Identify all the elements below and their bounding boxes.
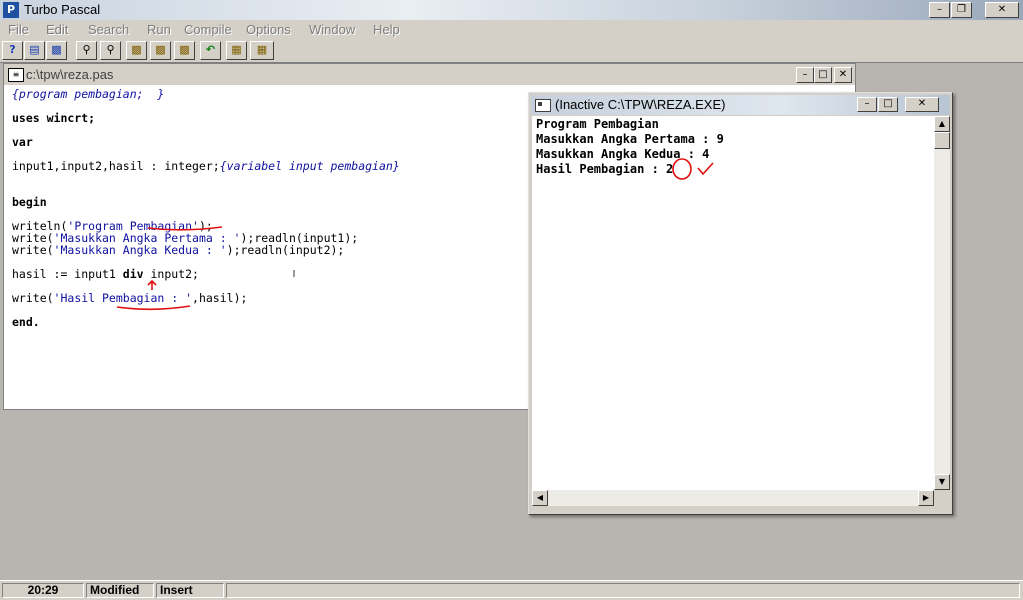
make-icon[interactable]: ▩ — [150, 41, 171, 60]
build-icon[interactable]: ▩ — [174, 41, 195, 60]
menu-search[interactable]: Search — [88, 22, 129, 37]
status-bar: 20:29 Modified Insert — [0, 580, 1023, 600]
editor-close-button[interactable]: ✕ — [834, 67, 852, 83]
compile-icon[interactable]: ▩ — [126, 41, 147, 60]
menu-bar: File Edit Search Run Compile Options Win… — [0, 20, 1023, 40]
open-file-icon[interactable]: ▤ — [24, 41, 45, 60]
output-maximize-button[interactable]: □ — [878, 97, 898, 112]
vertical-scroll-thumb[interactable] — [934, 132, 950, 149]
menu-file[interactable]: File — [8, 22, 29, 37]
scroll-up-icon[interactable]: ▲ — [934, 116, 950, 132]
undo-icon[interactable]: ↶ — [200, 41, 221, 60]
menu-window[interactable]: Window — [309, 22, 355, 37]
menu-compile[interactable]: Compile — [184, 22, 232, 37]
arrow-annotation — [147, 279, 157, 290]
menu-run[interactable]: Run — [147, 22, 171, 37]
underline-annotation — [147, 226, 223, 231]
help-icon[interactable]: ? — [2, 41, 23, 60]
scroll-right-icon[interactable]: ▶ — [918, 490, 934, 506]
status-message-area — [226, 583, 1020, 598]
main-title-bar[interactable]: P Turbo Pascal – ❐ ✕ — [0, 0, 1023, 20]
output-close-button[interactable]: ✕ — [905, 97, 939, 112]
vertical-scrollbar[interactable]: ▲ ▼ — [934, 116, 950, 490]
horizontal-scrollbar[interactable]: ◀ ▶ — [532, 490, 934, 506]
modified-indicator: Modified — [86, 583, 154, 598]
menu-help[interactable]: Help — [373, 22, 400, 37]
annotation-marks — [672, 158, 714, 180]
find-next-icon[interactable]: ⚲ — [100, 41, 121, 60]
run-icon[interactable]: ▦ — [226, 41, 247, 60]
save-file-icon[interactable]: ▩ — [46, 41, 67, 60]
menu-edit[interactable]: Edit — [46, 22, 68, 37]
output-title-bar[interactable]: (Inactive C:\TPW\REZA.EXE) – □ ✕ — [531, 95, 950, 115]
annotation-marks — [116, 226, 223, 311]
find-icon[interactable]: ⚲ — [76, 41, 97, 60]
editor-minimize-button[interactable]: – — [796, 67, 814, 83]
circle-annotation — [672, 158, 692, 180]
output-window[interactable]: (Inactive C:\TPW\REZA.EXE) – □ ✕ Program… — [528, 92, 953, 515]
output-console[interactable]: Program Pembagian Masukkan Angka Pertama… — [532, 116, 934, 490]
underline-annotation — [116, 305, 191, 311]
insert-mode-indicator: Insert — [156, 583, 224, 598]
output-minimize-button[interactable]: – — [857, 97, 877, 112]
close-button[interactable]: ✕ — [985, 2, 1019, 18]
editor-maximize-button[interactable]: □ — [814, 67, 832, 83]
minimize-button[interactable]: – — [929, 2, 950, 18]
console-icon — [535, 99, 551, 112]
restore-button[interactable]: ❐ — [951, 2, 972, 18]
scroll-left-icon[interactable]: ◀ — [532, 490, 548, 506]
step-icon[interactable]: ▦ — [250, 41, 274, 60]
pascal-app-icon[interactable]: P — [3, 2, 19, 18]
menu-options[interactable]: Options — [246, 22, 291, 37]
toolbar: ? ▤ ▩ ⚲ ⚲ ▩ ▩ ▩ ↶ ▦ ▦ — [0, 40, 1023, 63]
cursor-position: 20:29 — [2, 583, 84, 598]
checkmark-annotation — [697, 162, 714, 176]
output-title: (Inactive C:\TPW\REZA.EXE) — [555, 97, 726, 112]
scroll-down-icon[interactable]: ▼ — [934, 474, 950, 490]
size-grip — [934, 490, 950, 506]
app-title: Turbo Pascal — [24, 2, 101, 17]
